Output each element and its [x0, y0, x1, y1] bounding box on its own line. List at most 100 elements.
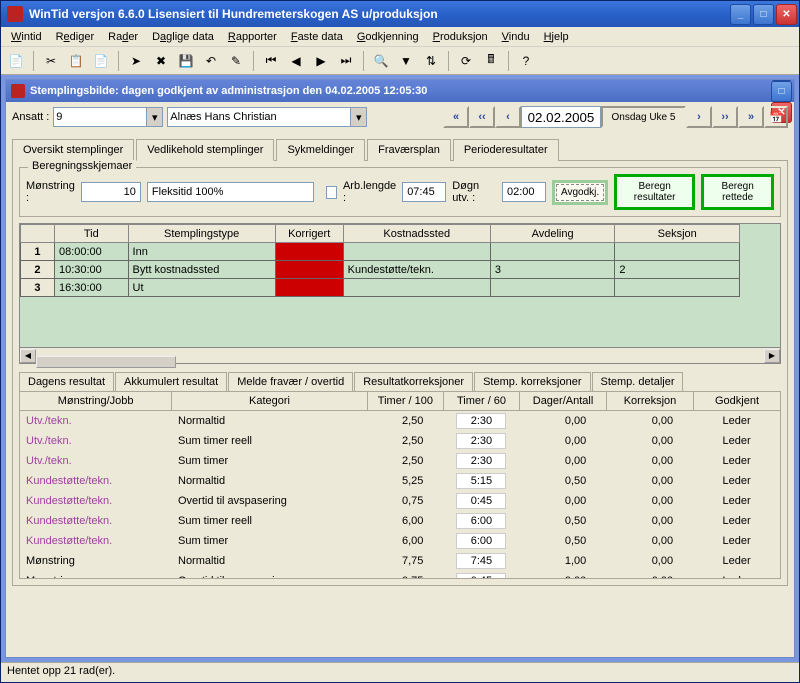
tab-akkumulert[interactable]: Akkumulert resultat: [115, 372, 227, 391]
menu-vindu[interactable]: Vindu: [496, 29, 536, 45]
grid-header[interactable]: Seksjon: [615, 225, 740, 243]
result-header[interactable]: Timer / 60: [443, 392, 519, 411]
tab-stemp-korr[interactable]: Stemp. korreksjoner: [474, 372, 590, 391]
tool-first-icon[interactable]: ⏮: [260, 50, 282, 72]
grid-scrollbar[interactable]: ◀ ▶: [19, 348, 781, 364]
maximize-button[interactable]: □: [753, 4, 774, 25]
menu-rader[interactable]: Rader: [102, 29, 144, 45]
tab-perioderesultater[interactable]: Perioderesultater: [453, 139, 559, 161]
result-row: Kundestøtte/tekn.Overtid til avspasering…: [20, 491, 780, 511]
nav-first-button[interactable]: «: [443, 106, 469, 128]
result-header[interactable]: Godkjent: [693, 392, 780, 411]
menu-faste[interactable]: Faste data: [285, 29, 349, 45]
scroll-right-icon[interactable]: ▶: [764, 349, 780, 363]
tool-sort-icon[interactable]: ⇅: [420, 50, 442, 72]
ansatt-name-combo[interactable]: Alnæs Hans Christian ▾: [167, 107, 367, 127]
calendar-icon[interactable]: 📅: [764, 106, 788, 128]
upper-tabs: Oversikt stemplinger Vedlikehold stempli…: [12, 138, 788, 161]
main-window: WinTid versjon 6.6.0 Lisensiert til Hund…: [0, 0, 800, 683]
tab-stemp-detaljer[interactable]: Stemp. detaljer: [592, 372, 684, 391]
child-titlebar: Stemplingsbilde: dagen godkjent av admin…: [6, 80, 794, 102]
menu-produksjon[interactable]: Produksjon: [427, 29, 494, 45]
result-header[interactable]: Korreksjon: [607, 392, 694, 411]
result-header[interactable]: Kategori: [172, 392, 368, 411]
grid-header[interactable]: Tid: [54, 225, 128, 243]
tool-save-icon[interactable]: 💾: [175, 50, 197, 72]
tool-new-icon[interactable]: 📄: [5, 50, 27, 72]
chevron-down-icon[interactable]: ▾: [350, 108, 366, 126]
tab-fravaersplan[interactable]: Fraværsplan: [367, 139, 451, 161]
nav-last-button[interactable]: »: [738, 106, 764, 128]
tab-melde-fravaer[interactable]: Melde fravær / overtid: [228, 372, 353, 391]
monstring-input[interactable]: [81, 182, 141, 202]
result-scroll[interactable]: Utv./tekn.Normaltid2,502:300,000,00Leder…: [19, 411, 781, 579]
tool-undo-icon[interactable]: ↶: [200, 50, 222, 72]
minimize-button[interactable]: _: [730, 4, 751, 25]
grid-header[interactable]: [21, 225, 55, 243]
grid-header[interactable]: Avdeling: [490, 225, 615, 243]
menu-rediger[interactable]: Rediger: [50, 29, 101, 45]
menu-godkjenning[interactable]: Godkjenning: [351, 29, 425, 45]
beregn-resultater-button[interactable]: Beregn resultater: [614, 174, 695, 210]
tool-copy-icon[interactable]: 📋: [65, 50, 87, 72]
result-header[interactable]: Dager/Antall: [520, 392, 607, 411]
tool-edit-icon[interactable]: ✎: [225, 50, 247, 72]
close-button[interactable]: ✕: [776, 4, 797, 25]
nav-prev-week-button[interactable]: ‹‹: [469, 106, 495, 128]
nav-prev-button[interactable]: ‹: [495, 106, 521, 128]
grid-header[interactable]: Kostnadssted: [343, 225, 490, 243]
statusbar: Hentet opp 21 rad(er).: [1, 662, 799, 682]
tool-paste-icon[interactable]: 📄: [90, 50, 112, 72]
grid-header[interactable]: Stemplingstype: [128, 225, 275, 243]
child-title: Stemplingsbilde: dagen godkjent av admin…: [28, 85, 771, 97]
tool-prev-icon[interactable]: ◀: [285, 50, 307, 72]
grid-header[interactable]: Korrigert: [275, 225, 343, 243]
menu-wintid[interactable]: Wintid: [5, 29, 48, 45]
tool-last-icon[interactable]: ⏭: [335, 50, 357, 72]
tool-sql-icon[interactable]: 🔍: [370, 50, 392, 72]
result-row: Utv./tekn.Sum timer reell2,502:300,000,0…: [20, 431, 780, 451]
tool-next-icon[interactable]: ▶: [310, 50, 332, 72]
tab-resultatkorr[interactable]: Resultatkorreksjoner: [354, 372, 473, 391]
tool-filter-icon[interactable]: ▼: [395, 50, 417, 72]
menu-daglige[interactable]: Daglige data: [146, 29, 220, 45]
grid-row[interactable]: 316:30:00Ut: [21, 279, 740, 297]
beregning-fieldset: Beregningsskjemaer Mønstring : Arb.lengd…: [19, 167, 781, 217]
grid-row[interactable]: 108:00:00Inn: [21, 243, 740, 261]
tool-insert-icon[interactable]: ➤: [125, 50, 147, 72]
monstring-desc-input[interactable]: [147, 182, 314, 202]
tool-delete-icon[interactable]: ✖: [150, 50, 172, 72]
tool-refresh-icon[interactable]: ⟳: [455, 50, 477, 72]
tab-oversikt[interactable]: Oversikt stemplinger: [12, 139, 134, 161]
ansatt-id-combo[interactable]: 9 ▾: [53, 107, 163, 127]
result-header[interactable]: Mønstring/Jobb: [20, 392, 172, 411]
tab-sykmeldinger[interactable]: Sykmeldinger: [276, 139, 365, 161]
result-row: Kundestøtte/tekn.Sum timer reell6,006:00…: [20, 511, 780, 531]
tool-help-icon[interactable]: ?: [515, 50, 537, 72]
chevron-down-icon[interactable]: ▾: [146, 108, 162, 126]
nav-next-button[interactable]: ›: [686, 106, 712, 128]
scroll-left-icon[interactable]: ◀: [20, 349, 36, 363]
lower-tabs: Dagens resultat Akkumulert resultat Meld…: [19, 372, 781, 391]
beregn-rettede-button[interactable]: Beregn rettede: [701, 174, 774, 210]
avgodkj-button[interactable]: Avgodkj.: [552, 180, 608, 205]
tool-calc-icon[interactable]: 🖩: [480, 50, 502, 72]
date-input[interactable]: [521, 106, 601, 128]
toolbar: 📄 ✂ 📋 📄 ➤ ✖ 💾 ↶ ✎ ⏮ ◀ ▶ ⏭ 🔍 ▼ ⇅ ⟳ 🖩 ?: [1, 47, 799, 75]
arblengde-input[interactable]: [402, 182, 446, 202]
tab-dagens-resultat[interactable]: Dagens resultat: [19, 372, 114, 391]
menu-hjelp[interactable]: Hjelp: [538, 29, 575, 45]
result-row: Utv./tekn.Normaltid2,502:300,000,00Leder: [20, 411, 780, 431]
tool-cut-icon[interactable]: ✂: [40, 50, 62, 72]
tab-vedlikehold[interactable]: Vedlikehold stemplinger: [136, 139, 274, 161]
menu-rapporter[interactable]: Rapporter: [222, 29, 283, 45]
result-header[interactable]: Timer / 100: [367, 392, 443, 411]
menubar: Wintid Rediger Rader Daglige data Rappor…: [1, 27, 799, 47]
nav-next-week-button[interactable]: ››: [712, 106, 738, 128]
grid-row[interactable]: 210:30:00Bytt kostnadsstedKundestøtte/te…: [21, 261, 740, 279]
arblengde-label: Arb.lengde :: [343, 180, 396, 204]
arblengde-checkbox[interactable]: [326, 186, 337, 199]
result-row: Kundestøtte/tekn.Normaltid5,255:150,500,…: [20, 471, 780, 491]
dogn-input[interactable]: [502, 182, 546, 202]
child-maximize-button[interactable]: □: [771, 81, 792, 102]
